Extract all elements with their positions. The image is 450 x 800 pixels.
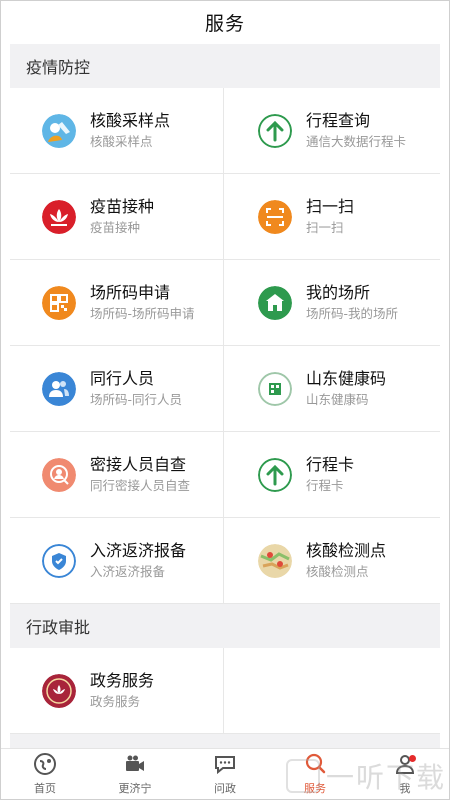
empty-cell	[224, 648, 440, 734]
services-content[interactable]: 疫情防控 核酸采样点 核酸采样点 行程查询 通信大数据行程卡 疫苗接种 疫苗接种…	[10, 44, 440, 748]
service-title: 核酸检测点	[306, 541, 387, 560]
tab-label: 服务	[304, 782, 326, 795]
service-title: 我的场所	[306, 283, 371, 302]
service-subtitle: 行程卡	[306, 478, 344, 493]
service-title: 行程卡	[306, 455, 355, 474]
service-subtitle: 通信大数据行程卡	[306, 134, 407, 149]
tab-service[interactable]: 服务	[270, 749, 360, 800]
service-subtitle: 入济返济报备	[90, 564, 166, 579]
service-shandong-health-code[interactable]: 山东健康码 山东健康码	[224, 346, 440, 432]
itinerary-card-icon	[258, 457, 292, 492]
government-service-icon	[42, 673, 76, 708]
service-title: 密接人员自查	[90, 455, 187, 474]
service-subtitle: 同行密接人员自查	[90, 478, 191, 493]
service-my-venue[interactable]: 我的场所 场所码-我的场所	[224, 260, 440, 346]
service-itinerary-card[interactable]: 行程卡 行程卡	[224, 432, 440, 518]
service-jinan-entry-report[interactable]: 入济返济报备 入济返济报备	[10, 518, 224, 604]
service-subtitle: 山东健康码	[306, 392, 369, 407]
tab-label: 我	[399, 782, 411, 795]
tab-label: 首页	[34, 782, 56, 795]
service-subtitle: 政务服务	[90, 694, 141, 709]
service-title: 场所码申请	[90, 283, 171, 302]
service-title: 核酸采样点	[90, 111, 171, 130]
service-title: 政务服务	[90, 671, 155, 690]
service-subtitle: 场所码-我的场所	[306, 306, 399, 321]
video-camera-icon	[126, 755, 144, 771]
service-title: 同行人员	[90, 369, 155, 388]
nucleic-sampling-icon	[42, 113, 76, 148]
service-title: 扫一扫	[306, 197, 355, 216]
service-venue-code-apply[interactable]: 场所码申请 场所码-场所码申请	[10, 260, 224, 346]
notification-badge	[409, 755, 416, 762]
tab-label: 更济宁	[118, 782, 152, 795]
companions-icon	[42, 371, 76, 406]
tab-label: 问政	[214, 782, 236, 795]
tab-home[interactable]: 首页	[0, 749, 90, 800]
service-search-icon	[305, 753, 326, 774]
testing-map-icon	[258, 543, 292, 578]
venue-icon	[258, 285, 292, 320]
health-code-icon	[258, 371, 292, 406]
service-subtitle: 核酸检测点	[306, 564, 369, 579]
itinerary-arrow-icon	[258, 113, 292, 148]
service-companions[interactable]: 同行人员 场所码-同行人员	[10, 346, 224, 432]
service-close-contact-check[interactable]: 密接人员自查 同行密接人员自查	[10, 432, 224, 518]
epidemic-services-grid: 核酸采样点 核酸采样点 行程查询 通信大数据行程卡 疫苗接种 疫苗接种 扫一扫 …	[10, 88, 440, 604]
service-subtitle: 核酸采样点	[90, 134, 153, 149]
top-header: 服务	[0, 0, 450, 44]
section-title-epidemic: 疫情防控	[26, 58, 91, 77]
section-title-admin-approval: 行政审批	[26, 618, 91, 637]
service-testing-points[interactable]: 核酸检测点 核酸检测点	[224, 518, 440, 604]
service-title: 行程查询	[306, 111, 371, 130]
scan-icon	[258, 199, 292, 234]
vaccine-lotus-icon	[42, 199, 76, 234]
service-subtitle: 场所码-场所码申请	[90, 306, 195, 321]
service-vaccination[interactable]: 疫苗接种 疫苗接种	[10, 174, 224, 260]
service-government[interactable]: 政务服务 政务服务	[10, 648, 224, 734]
chat-bubble-icon	[215, 756, 235, 775]
service-nucleic-sampling[interactable]: 核酸采样点 核酸采样点	[10, 88, 224, 174]
page-title: 服务	[204, 12, 245, 35]
close-contact-icon	[42, 457, 76, 492]
home-globe-icon	[34, 753, 56, 775]
service-subtitle: 疫苗接种	[90, 220, 141, 235]
service-subtitle: 扫一扫	[306, 220, 344, 235]
tab-inquiry[interactable]: 问政	[180, 749, 270, 800]
service-title: 入济返济报备	[90, 541, 187, 560]
service-itinerary-query[interactable]: 行程查询 通信大数据行程卡	[224, 88, 440, 174]
tab-me[interactable]: 我	[360, 749, 450, 800]
service-title: 山东健康码	[306, 369, 387, 388]
qr-code-icon	[42, 285, 76, 320]
bottom-tab-bar: 首页 更济宁 问政 服务 我	[0, 748, 450, 800]
report-shield-icon	[42, 543, 76, 578]
service-subtitle: 场所码-同行人员	[90, 392, 183, 407]
service-scan[interactable]: 扫一扫 扫一扫	[224, 174, 440, 260]
service-title: 疫苗接种	[90, 197, 155, 216]
tab-more-jining[interactable]: 更济宁	[90, 749, 180, 800]
admin-services-grid: 政务服务 政务服务	[10, 648, 440, 734]
